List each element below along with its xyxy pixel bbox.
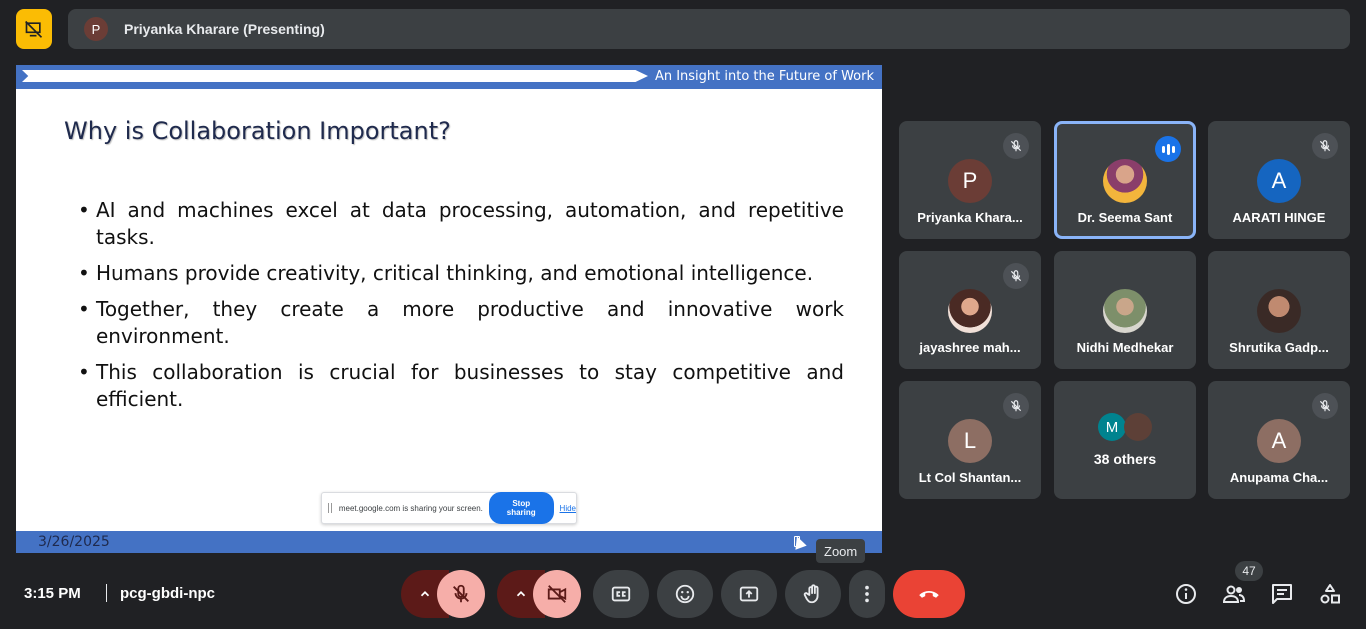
- slide-date: 3/26/2025: [38, 534, 110, 550]
- participant-name: Nidhi Medhekar: [1076, 340, 1174, 355]
- camera-off-icon: [547, 585, 567, 603]
- reactions-button[interactable]: [657, 570, 713, 618]
- mic-off-icon: [1312, 133, 1338, 159]
- zoom-tooltip: Zoom: [816, 539, 866, 563]
- meeting-time: 3:15 PM: [24, 585, 81, 602]
- participant-tile[interactable]: A AARATI HINGE: [1208, 121, 1350, 239]
- meeting-code: pcg-gbdi-npc: [120, 585, 215, 602]
- chevron-up-icon: [420, 591, 430, 597]
- chat-icon: [1272, 584, 1292, 604]
- avatar: P: [948, 159, 992, 203]
- video-controls: [497, 570, 581, 618]
- present-off-button[interactable]: [16, 9, 52, 49]
- participant-tile[interactable]: Nidhi Medhekar: [1054, 251, 1196, 369]
- mic-off-icon: [1003, 263, 1029, 289]
- others-tile[interactable]: M 38 others: [1054, 381, 1196, 499]
- screen-share-notice: meet.google.com is sharing your screen. …: [321, 492, 577, 524]
- more-vert-icon: [865, 585, 869, 603]
- emoji-icon: [675, 584, 695, 604]
- participant-tile[interactable]: jayashree mah...: [899, 251, 1041, 369]
- participant-count-badge: 47: [1235, 561, 1263, 581]
- participant-name: jayashree mah...: [919, 340, 1021, 355]
- participant-name: Shrutika Gadp...: [1229, 340, 1329, 355]
- camera-toggle-button[interactable]: [533, 570, 581, 618]
- avatar: [1103, 289, 1147, 333]
- participant-tile[interactable]: A Anupama Cha...: [1208, 381, 1350, 499]
- raise-hand-button[interactable]: [785, 570, 841, 618]
- captions-icon: [611, 586, 631, 602]
- participant-name: Anupama Cha...: [1229, 470, 1329, 485]
- participant-name: Dr. Seema Sant: [1077, 210, 1173, 225]
- more-options-button[interactable]: [849, 570, 885, 618]
- phone-hangup-icon: [919, 591, 939, 598]
- activities-button[interactable]: [1317, 581, 1343, 607]
- mic-off-icon: [1003, 393, 1029, 419]
- audio-controls: [401, 570, 485, 618]
- captions-button[interactable]: [593, 570, 649, 618]
- slide-header-stripe: [22, 70, 648, 82]
- divider: [106, 584, 107, 602]
- slide-header: An Insight into the Future of Work: [16, 65, 882, 89]
- avatar: L: [948, 419, 992, 463]
- people-icon: [1222, 585, 1246, 603]
- hide-link[interactable]: Hide: [560, 504, 576, 513]
- participant-tile[interactable]: L Lt Col Shantan...: [899, 381, 1041, 499]
- participant-name: Priyanka Khara...: [917, 210, 1023, 225]
- chevron-up-icon: [516, 591, 526, 597]
- speaking-indicator-icon: [1155, 136, 1181, 162]
- slide-bullet: This collaboration is crucial for busine…: [78, 359, 844, 413]
- activities-icon: [1320, 584, 1340, 604]
- avatar: A: [1257, 419, 1301, 463]
- avatar: [1257, 289, 1301, 333]
- presenter-avatar: P: [84, 17, 108, 41]
- mic-off-icon: [453, 584, 469, 603]
- slide-bullet: AI and machines excel at data processing…: [78, 197, 844, 251]
- slide-bullet: Together, they create a more productive …: [78, 296, 844, 350]
- present-screen-icon: [739, 586, 759, 602]
- presenter-label: Priyanka Kharare (Presenting): [124, 21, 325, 37]
- meeting-details-button[interactable]: [1173, 581, 1199, 607]
- mic-off-icon: [1312, 393, 1338, 419]
- avatar: [1124, 413, 1152, 441]
- present-button[interactable]: [721, 570, 777, 618]
- slide-footer: 3/26/2025: [16, 531, 882, 553]
- participant-tile-active[interactable]: Dr. Seema Sant: [1054, 121, 1196, 239]
- slide-bullets: AI and machines excel at data processing…: [78, 197, 844, 422]
- presenter-bar: P Priyanka Kharare (Presenting): [68, 9, 1350, 49]
- hand-icon: [803, 584, 819, 604]
- slide-header-text: An Insight into the Future of Work: [654, 69, 874, 84]
- mic-toggle-button[interactable]: [437, 570, 485, 618]
- participant-name: Lt Col Shantan...: [918, 470, 1022, 485]
- people-button[interactable]: [1221, 581, 1247, 607]
- others-avatars: M: [1098, 413, 1152, 441]
- present-off-icon: [25, 20, 43, 38]
- info-icon: [1176, 584, 1196, 604]
- shared-screen: An Insight into the Future of Work Why i…: [16, 65, 882, 553]
- participant-tile[interactable]: Shrutika Gadp...: [1208, 251, 1350, 369]
- stop-sharing-button[interactable]: Stop sharing: [488, 492, 554, 524]
- avatar: A: [1257, 159, 1301, 203]
- avatar: [948, 289, 992, 333]
- chat-button[interactable]: [1269, 581, 1295, 607]
- participant-name: AARATI HINGE: [1232, 210, 1326, 225]
- participant-tile[interactable]: P Priyanka Khara...: [899, 121, 1041, 239]
- mic-off-icon: [1003, 133, 1029, 159]
- avatar: [1103, 159, 1147, 203]
- avatar: M: [1098, 413, 1126, 441]
- leave-call-button[interactable]: [893, 570, 965, 618]
- drag-handle-icon[interactable]: [328, 503, 332, 513]
- others-label: 38 others: [1093, 451, 1157, 467]
- share-notice-text: meet.google.com is sharing your screen.: [338, 503, 483, 513]
- slide-title: Why is Collaboration Important?: [64, 117, 451, 145]
- slide-bullet: Humans provide creativity, critical thin…: [78, 260, 844, 287]
